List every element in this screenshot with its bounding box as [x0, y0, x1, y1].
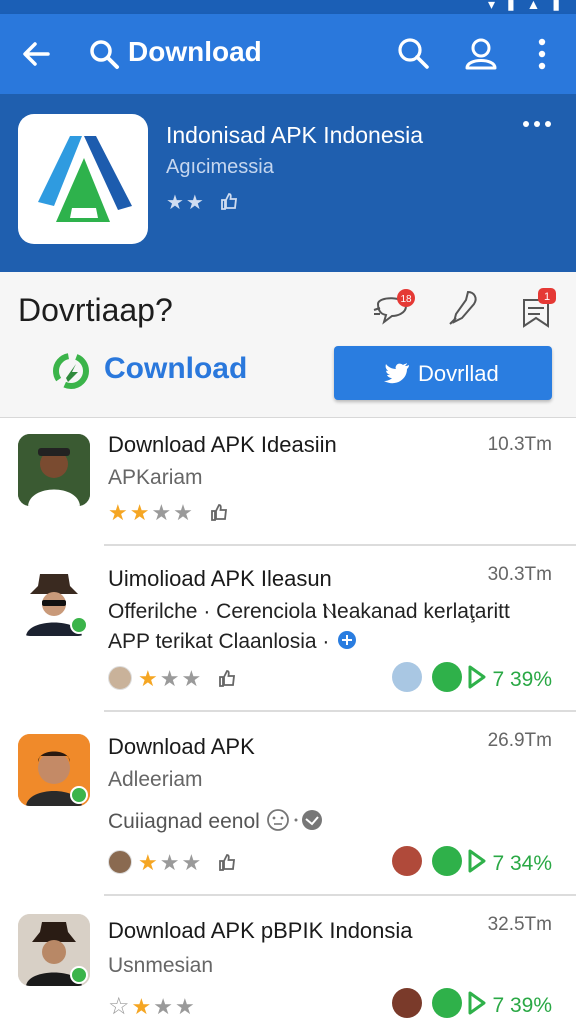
item-title: Download APK pBPIK Indonsia [108, 918, 413, 943]
item-stats: 7 39% [392, 988, 552, 1021]
item-description: Cuiiagnad eenol [108, 808, 324, 834]
download-badge-icon[interactable] [432, 662, 463, 692]
app-title: Indonisad APK Indonesia [166, 122, 424, 148]
status-bar: ▾ ▮ ▲ ▮ [0, 0, 576, 14]
item-size: 30.3Tm [487, 564, 552, 585]
section-heading: Dovrtiaap? [18, 292, 173, 328]
item-subtitle: Usnmesian [108, 954, 214, 977]
user-avatar [392, 846, 423, 876]
play-icon[interactable] [466, 664, 488, 690]
chat-badge-count: 18 [400, 294, 412, 305]
app-logo [18, 114, 148, 244]
pin-icon[interactable] [444, 288, 484, 328]
primary-download-label: Dovrllad [418, 361, 499, 386]
list-item[interactable]: Download APK Ideasiin 10.3Tm APKariam ★★… [0, 418, 576, 546]
list-item[interactable]: Uimolioad APK Ileasun 30.3Tm Offerilche … [0, 546, 576, 710]
download-badge-icon[interactable] [432, 988, 463, 1018]
mail-badge-count: 1 [544, 291, 550, 303]
avatar [18, 734, 90, 806]
mail-icon[interactable]: 1 [518, 286, 558, 330]
refresh-download-icon[interactable] [52, 352, 90, 390]
rating-stars: ★★ [166, 192, 206, 214]
item-description-text: Cuiiagnad eenol [108, 810, 260, 833]
more-vert-icon[interactable] [532, 36, 552, 72]
list-item[interactable]: Download APK pBPIK Indonsia 32.5Tm Usnme… [0, 896, 576, 1024]
item-rating: ☆★★★ [108, 993, 197, 1020]
play-icon[interactable] [466, 848, 488, 874]
avatar [18, 564, 90, 636]
item-percent: 7 34% [492, 852, 552, 875]
item-rating: ★★★ [108, 666, 237, 692]
item-subtitle: APKariam [108, 466, 203, 489]
app-rating: ★★ [166, 190, 239, 215]
secondary-download-button[interactable]: Cownload [104, 352, 247, 386]
item-description-text: APP terikat Claanlosia · [108, 630, 330, 653]
item-size: 32.5Tm [487, 914, 552, 935]
app-bar-title[interactable]: Download [128, 36, 262, 68]
item-size: 10.3Tm [487, 434, 552, 455]
item-percent: 7 39% [492, 994, 552, 1017]
app-logo-icon [38, 136, 132, 222]
avatar [18, 914, 90, 986]
item-stats: 7 39% [392, 662, 552, 695]
verified-badge-icon [70, 786, 88, 804]
item-subtitle: Adleeriam [108, 768, 203, 791]
more-horiz-icon[interactable] [522, 118, 552, 130]
thumbs-up-icon[interactable] [217, 668, 237, 688]
download-badge-icon[interactable] [432, 846, 463, 876]
user-avatar [392, 662, 423, 692]
account-icon[interactable] [462, 34, 500, 72]
item-rating: ★★★★ [108, 500, 229, 526]
developer-name[interactable]: Agıcimessia [166, 156, 274, 179]
search-icon[interactable] [88, 38, 120, 70]
list-item[interactable]: Download APK 26.9Tm Adleeriam Cuiiagnad … [0, 712, 576, 892]
item-stats: 7 34% [392, 846, 552, 879]
user-avatar [392, 988, 423, 1018]
reviewer-avatar [108, 850, 132, 874]
play-icon[interactable] [466, 990, 488, 1016]
reviewer-avatar [108, 666, 132, 690]
item-description: APP terikat Claanlosia · [108, 630, 359, 654]
primary-download-button[interactable]: Dovrllad [334, 346, 552, 400]
item-title: Download APK [108, 734, 255, 759]
avatar [18, 434, 90, 506]
app-header: Indonisad APK Indonesia Agıcimessia ★★ [0, 94, 576, 272]
item-rating: ★★★ [108, 850, 237, 876]
thumbs-up-icon[interactable] [217, 852, 237, 872]
search-icon[interactable] [396, 36, 430, 70]
item-description: Offerilche · Cerenciola Ⲛeakanad kerlaţa… [108, 600, 510, 623]
thumbs-up-icon[interactable] [209, 502, 229, 522]
emoji-icon [266, 809, 322, 831]
status-icons: ▾ ▮ ▲ ▮ [488, 0, 564, 12]
verified-badge-icon [70, 966, 88, 984]
item-size: 26.9Tm [487, 730, 552, 751]
item-title: Uimolioad APK Ileasun [108, 566, 332, 591]
info-icon [338, 631, 357, 649]
verified-badge-icon [70, 616, 88, 634]
actions-panel: Dovrtiaap? 18 1 Cownload Dovrllad [0, 272, 576, 418]
item-percent: 7 39% [492, 668, 552, 691]
item-title: Download APK Ideasiin [108, 432, 337, 457]
bird-icon [384, 363, 409, 384]
thumbs-up-icon [221, 193, 238, 210]
app-bar: Download [0, 14, 576, 94]
chat-icon[interactable]: 18 [370, 288, 416, 330]
back-arrow-icon[interactable] [18, 36, 54, 72]
